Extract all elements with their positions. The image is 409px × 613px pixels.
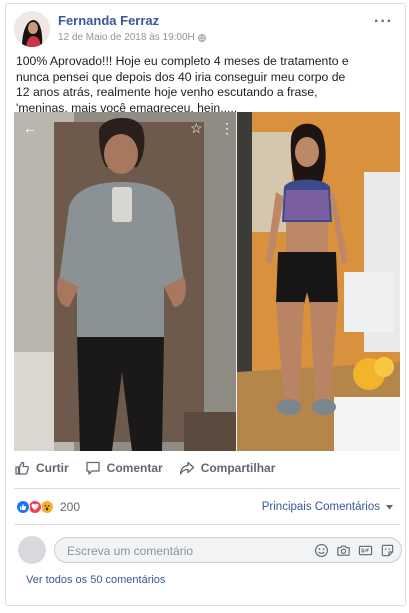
comment-sort-dropdown[interactable]: Principais Comentários bbox=[262, 501, 393, 513]
reactions-summary[interactable]: 200 bbox=[16, 500, 80, 514]
wow-reaction-icon bbox=[40, 500, 54, 514]
viewer-avatar bbox=[18, 536, 46, 564]
comment-button[interactable]: Comentar bbox=[85, 460, 163, 476]
post-header: Fernanda Ferraz 12 de Maio de 2018 às 19… bbox=[14, 9, 397, 49]
author-name[interactable]: Fernanda Ferraz bbox=[58, 13, 159, 28]
comment-input[interactable]: Escreva um comentário bbox=[54, 537, 402, 563]
emoji-icon[interactable] bbox=[314, 543, 329, 558]
more-options-icon[interactable]: ··· bbox=[374, 13, 393, 31]
post-text: 100% Aprovado!!! Hoje eu completo 4 mese… bbox=[16, 54, 401, 116]
globe-icon bbox=[197, 33, 206, 42]
camera-icon[interactable] bbox=[336, 543, 351, 558]
view-all-comments-link[interactable]: Ver todos os 50 comentários bbox=[26, 574, 165, 586]
share-button[interactable]: Compartilhar bbox=[179, 460, 276, 476]
post-actions: Curtir Comentar Compartilhar bbox=[14, 454, 400, 482]
like-button[interactable]: Curtir bbox=[14, 460, 69, 476]
back-arrow-icon[interactable]: ← bbox=[23, 120, 37, 136]
divider bbox=[14, 524, 400, 525]
gif-icon[interactable] bbox=[358, 543, 373, 558]
like-reaction-icon bbox=[16, 500, 30, 514]
sticker-icon[interactable] bbox=[380, 543, 395, 558]
author-avatar[interactable] bbox=[14, 11, 50, 47]
comment-composer: Escreva um comentário bbox=[18, 536, 402, 566]
post-timestamp[interactable]: 12 de Maio de 2018 às 19:00H bbox=[58, 32, 195, 43]
share-label: Compartilhar bbox=[200, 461, 276, 475]
post-text-line: nunca pensei que depois dos 40 iria cons… bbox=[16, 69, 346, 84]
photo-menu-icon[interactable]: ⋮ bbox=[220, 120, 234, 137]
share-arrow-icon bbox=[179, 461, 194, 475]
comment-input-icons bbox=[314, 543, 395, 558]
thumbs-up-icon bbox=[15, 461, 30, 475]
post-photo[interactable]: ← ☆ ⋮ bbox=[14, 112, 400, 451]
like-label: Curtir bbox=[36, 461, 69, 475]
caret-down-icon bbox=[386, 504, 393, 509]
divider bbox=[14, 488, 400, 489]
reaction-count: 200 bbox=[60, 500, 81, 514]
post-meta: 12 de Maio de 2018 às 19:00H bbox=[58, 32, 206, 43]
post-text-line: 12 anos atrás, realmente hoje venho escu… bbox=[16, 85, 318, 99]
post-card: Fernanda Ferraz 12 de Maio de 2018 às 19… bbox=[5, 3, 406, 606]
love-reaction-icon bbox=[28, 500, 42, 514]
comment-bubble-icon bbox=[86, 461, 100, 475]
comment-sort-label: Principais Comentários bbox=[261, 501, 380, 513]
star-icon[interactable]: ☆ bbox=[190, 120, 203, 137]
post-text-line: 100% Aprovado!!! Hoje eu completo 4 mese… bbox=[16, 54, 349, 68]
comment-placeholder: Escreva um comentário bbox=[67, 544, 194, 558]
comment-label: Comentar bbox=[106, 461, 163, 475]
